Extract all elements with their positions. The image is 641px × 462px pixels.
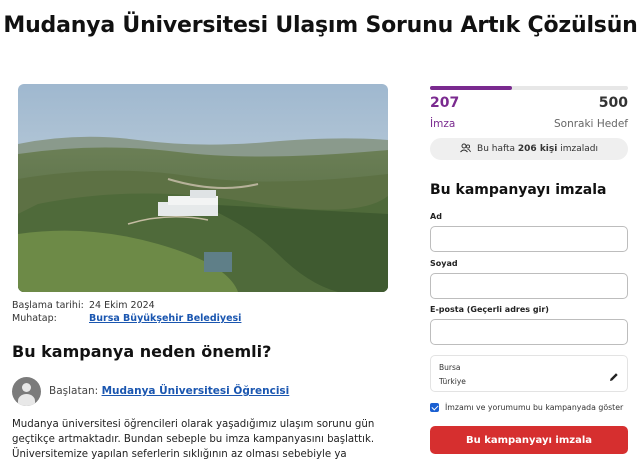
starter-row: Başlatan: Mudanya Üniversitesi Öğrencisi — [12, 376, 289, 406]
goal-count: 500 — [598, 95, 628, 111]
location-city: Bursa — [439, 363, 461, 372]
first-name-input[interactable] — [430, 226, 628, 252]
starter-link[interactable]: Mudanya Üniversitesi Öğrencisi — [102, 385, 290, 397]
sign-form-title: Bu kampanyayı imzala — [430, 182, 607, 198]
sign-button[interactable]: Bu kampanyayı imzala — [430, 426, 628, 454]
signature-count: 207 — [430, 95, 460, 111]
last-name-label: Soyad — [430, 259, 458, 268]
email-input[interactable] — [430, 319, 628, 345]
weekly-signers: Bu hafta 206 kişi imzaladı — [430, 138, 628, 160]
first-name-label: Ad — [430, 212, 442, 221]
pencil-icon[interactable] — [609, 367, 619, 386]
signature-label: İmza — [430, 118, 456, 130]
target-row: Muhatap: Bursa Büyükşehir Belediyesi — [12, 313, 241, 324]
location-field[interactable]: Bursa Türkiye — [430, 355, 628, 392]
campaign-image — [18, 84, 388, 292]
consent-label: İmzamı ve yorumumu bu kampanyada göster — [445, 403, 624, 412]
email-label: E-posta (Geçerli adres gir) — [430, 305, 549, 314]
avatar — [12, 376, 41, 406]
campaign-description: Mudanya üniversitesi öğrencileri olarak … — [12, 419, 375, 460]
starter-text: Başlatan: Mudanya Üniversitesi Öğrencisi — [49, 385, 289, 397]
people-icon — [460, 143, 471, 156]
weekly-prefix: Bu hafta — [477, 144, 516, 154]
last-name-input[interactable] — [430, 273, 628, 299]
location-country: Türkiye — [439, 377, 466, 386]
progress-bar — [430, 86, 628, 90]
start-date-row: Başlama tarihi: 24 Ekim 2024 — [12, 300, 155, 311]
weekly-count: 206 kişi — [517, 144, 558, 154]
target-label: Muhatap: — [12, 313, 57, 324]
consent-row: İmzamı ve yorumumu bu kampanyada göster — [430, 403, 623, 412]
consent-checkbox[interactable] — [430, 403, 439, 412]
start-date-value: 24 Ekim 2024 — [89, 300, 155, 311]
page-title: Mudanya Üniversitesi Ulaşım Sorunu Artık… — [3, 13, 638, 38]
goal-label: Sonraki Hedef — [553, 118, 628, 130]
target-link[interactable]: Bursa Büyükşehir Belediyesi — [89, 313, 241, 324]
weekly-suffix: imzaladı — [560, 144, 598, 154]
why-heading: Bu kampanya neden önemli? — [12, 342, 272, 361]
progress-fill — [430, 86, 512, 90]
start-date-label: Başlama tarihi: — [12, 300, 84, 311]
starter-prefix: Başlatan: — [49, 385, 99, 397]
